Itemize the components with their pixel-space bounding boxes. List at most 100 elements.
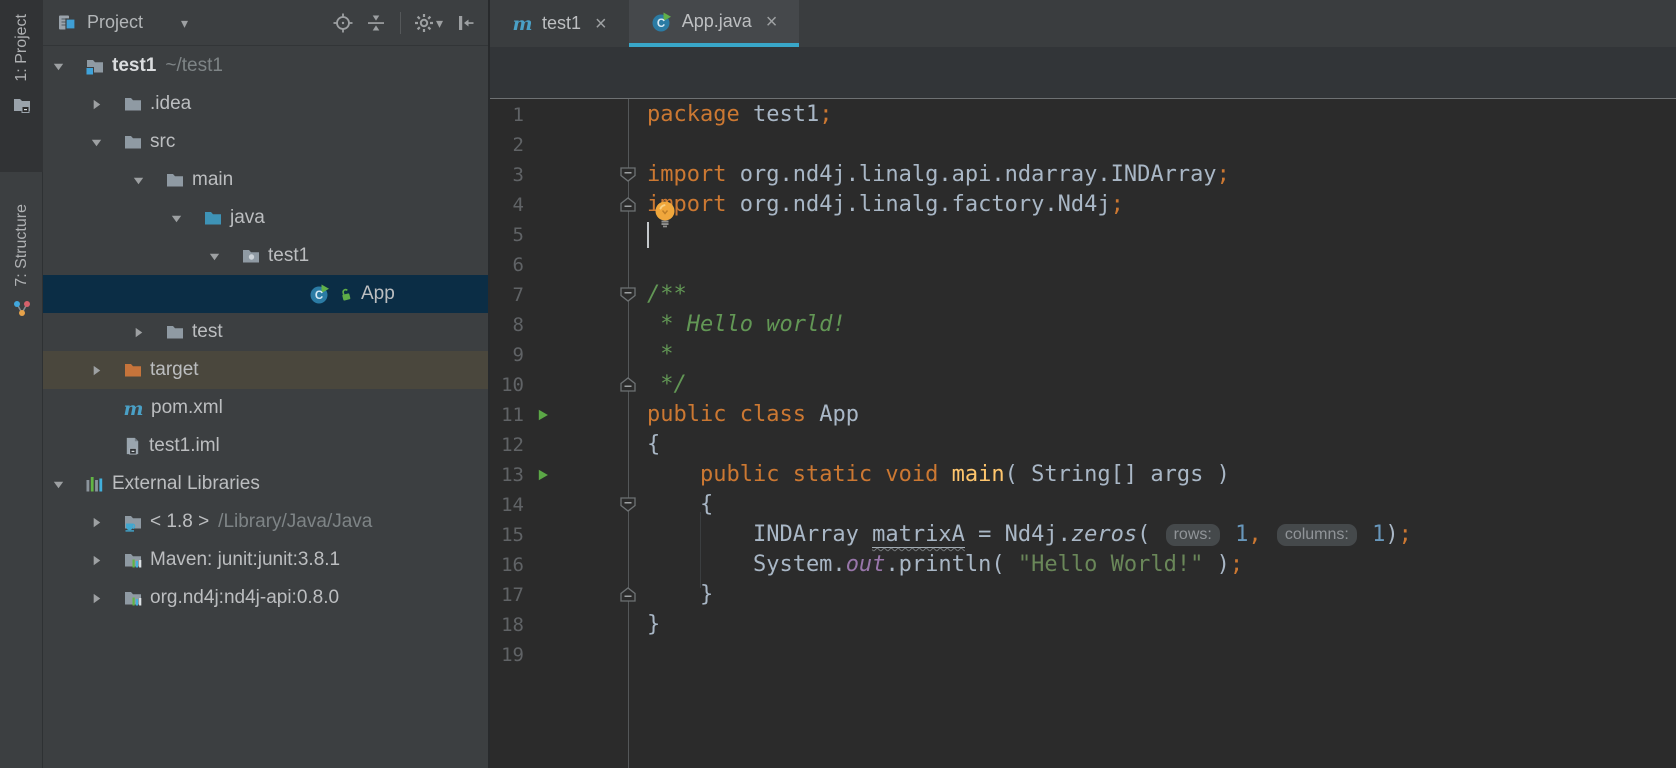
code-line-8[interactable]: 8 * Hello world! <box>490 310 1676 340</box>
tree-row-src[interactable]: src <box>43 123 488 161</box>
line-number[interactable]: 15 <box>492 520 524 550</box>
chevron-right-icon[interactable] <box>89 591 104 606</box>
line-number[interactable]: 8 <box>492 310 524 340</box>
line-number[interactable]: 7 <box>492 280 524 310</box>
code-editor[interactable]: 1 package test1; 2 3 import org.nd4j.linalg.… <box>490 99 1676 768</box>
tool-button-structure[interactable]: 7: Structure <box>0 190 43 355</box>
tree-row-test1-iml[interactable]: test1.iml <box>43 427 488 465</box>
code-line-7[interactable]: 7 /** <box>490 280 1676 310</box>
fold-end-icon[interactable] <box>620 377 636 392</box>
project-tool-icon <box>12 94 32 114</box>
code-line-17[interactable]: 17 } <box>490 580 1676 610</box>
tool-button-project-label: 1: Project <box>12 14 30 82</box>
fold-end-icon[interactable] <box>620 197 636 212</box>
line-number[interactable]: 14 <box>492 490 524 520</box>
code-line-3[interactable]: 3 import org.nd4j.linalg.api.ndarray.INDA… <box>490 160 1676 190</box>
chevron-right-icon[interactable] <box>89 515 104 530</box>
tree-item-label: src <box>150 131 176 152</box>
tree-row-test1[interactable]: test1 <box>43 237 488 275</box>
close-icon[interactable]: × <box>766 12 778 32</box>
tree-row-external-libraries[interactable]: External Libraries <box>43 465 488 503</box>
run-icon[interactable] <box>536 408 550 422</box>
hide-panel-icon[interactable] <box>456 13 476 33</box>
tab-test1[interactable]: m test1 × <box>490 0 629 47</box>
fold-end-icon[interactable] <box>620 587 636 602</box>
code-line-16[interactable]: 16 System.out.println( "Hello World!" ); <box>490 550 1676 580</box>
run-icon[interactable] <box>536 468 550 482</box>
code-line-18[interactable]: 18} <box>490 610 1676 640</box>
intention-bulb-icon[interactable] <box>652 200 678 228</box>
code-line-15[interactable]: 15 INDArray matrixA = Nd4j.zeros( rows: … <box>490 520 1676 550</box>
line-number[interactable]: 19 <box>492 640 524 670</box>
tab-label: test1 <box>542 13 582 33</box>
close-icon[interactable]: × <box>595 14 607 34</box>
line-number[interactable]: 10 <box>492 370 524 400</box>
tab-app-java[interactable]: C App.java × <box>628 0 800 47</box>
tree-row-test[interactable]: test <box>43 313 488 351</box>
tree-row-target[interactable]: target <box>43 351 488 389</box>
line-number[interactable]: 3 <box>492 160 524 190</box>
tree-row-java[interactable]: java <box>43 199 488 237</box>
collapse-all-icon[interactable] <box>366 13 386 33</box>
chevron-down-icon[interactable] <box>51 477 66 492</box>
chevron-down-icon[interactable] <box>207 249 222 264</box>
chevron-right-icon[interactable] <box>89 553 104 568</box>
settings-icon[interactable] <box>414 13 434 33</box>
chevron-down-icon[interactable] <box>51 59 66 74</box>
line-number[interactable]: 16 <box>492 550 524 580</box>
fold-start-icon[interactable] <box>620 167 636 182</box>
line-number[interactable]: 6 <box>492 250 524 280</box>
chevron-right-icon[interactable] <box>131 325 146 340</box>
tree-row-pom-xml[interactable]: m pom.xml <box>43 389 488 427</box>
code-line-6[interactable]: 6 <box>490 250 1676 280</box>
code-line-12[interactable]: 12 { <box>490 430 1676 460</box>
line-number[interactable]: 5 <box>492 220 524 250</box>
line-number[interactable]: 9 <box>492 340 524 370</box>
tree-row-main[interactable]: main <box>43 161 488 199</box>
code-line-1[interactable]: 1 package test1; <box>490 100 1676 130</box>
code-line-11[interactable]: 11 public class App <box>490 400 1676 430</box>
line-number[interactable]: 12 <box>492 430 524 460</box>
chevron-down-icon[interactable] <box>89 135 104 150</box>
line-number[interactable]: 11 <box>492 400 524 430</box>
chevron-down-icon[interactable] <box>131 173 146 188</box>
code-line-19[interactable]: 19 <box>490 640 1676 670</box>
fold-start-icon[interactable] <box>620 287 636 302</box>
code-line-2[interactable]: 2 <box>490 130 1676 160</box>
chevron-down-icon[interactable]: ▾ <box>181 16 188 30</box>
code-line-9[interactable]: 9 * <box>490 340 1676 370</box>
locate-icon[interactable] <box>333 13 353 33</box>
fold-start-icon[interactable] <box>620 497 636 512</box>
line-number[interactable]: 17 <box>492 580 524 610</box>
code-text: public class App <box>647 402 859 427</box>
tree-row-test1[interactable]: test1 ~/test1 <box>43 47 488 85</box>
code-lines: 1 package test1; 2 3 import org.nd4j.linalg.… <box>490 100 1676 670</box>
line-number[interactable]: 4 <box>492 190 524 220</box>
tree-row-org-nd4j-nd4j-api-0-8-0[interactable]: org.nd4j:nd4j-api:0.8.0 <box>43 579 488 617</box>
tool-button-project[interactable]: 1: Project <box>0 0 43 172</box>
line-number[interactable]: 2 <box>492 130 524 160</box>
maven-icon: m <box>512 13 533 34</box>
tree-row-1-8[interactable]: < 1.8 > /Library/Java/Java <box>43 503 488 541</box>
line-number[interactable]: 13 <box>492 460 524 490</box>
chevron-right-icon[interactable] <box>89 363 104 378</box>
tree-row-idea[interactable]: .idea <box>43 85 488 123</box>
code-line-10[interactable]: 10 */ <box>490 370 1676 400</box>
structure-icon <box>12 299 32 319</box>
folder-source-icon <box>203 208 223 228</box>
tree-item-path: ~/test1 <box>165 55 223 76</box>
line-number[interactable]: 1 <box>492 100 524 130</box>
tree-row-maven-junit-junit-3-8-1[interactable]: Maven: junit:junit:3.8.1 <box>43 541 488 579</box>
chevron-right-icon[interactable] <box>89 97 104 112</box>
tree-row-app[interactable]: C App <box>43 275 488 313</box>
code-text: package test1; <box>647 102 833 127</box>
chevron-down-icon[interactable]: ▾ <box>436 16 443 30</box>
code-line-14[interactable]: 14 { <box>490 490 1676 520</box>
panel-title[interactable]: Project <box>87 12 143 33</box>
chevron-down-icon[interactable] <box>169 211 184 226</box>
line-number[interactable]: 18 <box>492 610 524 640</box>
code-text: } <box>647 612 661 637</box>
folder-icon <box>165 170 185 190</box>
code-line-13[interactable]: 13 public static void main( String[] arg… <box>490 460 1676 490</box>
editor-area: m test1 × C App.java × 1 package test1; 2 3 impor… <box>490 0 1676 768</box>
